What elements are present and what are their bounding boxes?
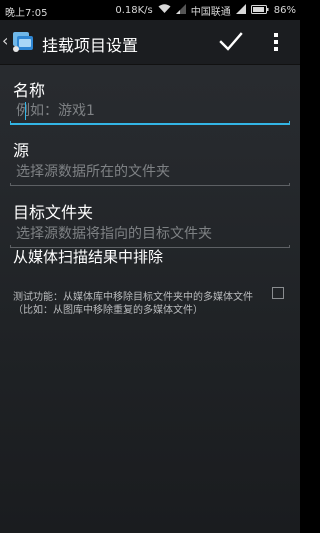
status-right-group: 0.18K/s 中国联通 86% <box>115 3 296 18</box>
exclude-media-description: 测试功能：从媒体库中移除目标文件夹中的多媒体文件（比如：从图库中移除重复的多媒体… <box>13 292 253 316</box>
chevron-left-icon[interactable]: ‹ <box>2 31 8 50</box>
name-input-underline <box>10 121 290 125</box>
text-cursor <box>25 102 26 120</box>
page-title: 挂载项目设置 <box>42 36 139 55</box>
status-bar: 晚上7:05 0.18K/s 中国联通 86% <box>0 0 300 20</box>
app-icon[interactable] <box>10 28 36 54</box>
overflow-menu-icon[interactable] <box>268 30 284 54</box>
checkmark-icon[interactable] <box>218 29 244 55</box>
network-speed: 0.18K/s <box>115 5 153 16</box>
exclude-media-checkbox[interactable] <box>272 287 284 299</box>
wifi-icon <box>158 4 171 17</box>
source-input[interactable] <box>10 158 290 186</box>
carrier-name: 中国联通 <box>190 7 231 18</box>
signal-icon <box>235 4 246 17</box>
battery-percent: 86% <box>273 5 296 16</box>
source-input-underline <box>10 183 290 186</box>
name-field-wrap <box>10 97 290 125</box>
status-time: 晚上7:05 <box>5 8 48 19</box>
battery-icon <box>250 4 269 17</box>
screen: 晚上7:05 0.18K/s 中国联通 86% ‹ 挂载项目设置 名称 例如：游… <box>0 0 300 533</box>
action-bar: ‹ 挂载项目设置 <box>0 20 300 65</box>
exclude-media-title: 从媒体扫描结果中排除 <box>13 248 164 266</box>
source-field-wrap <box>10 158 290 186</box>
target-input[interactable] <box>10 220 290 248</box>
target-field-wrap <box>10 220 290 248</box>
signal-weak-icon <box>175 4 186 17</box>
